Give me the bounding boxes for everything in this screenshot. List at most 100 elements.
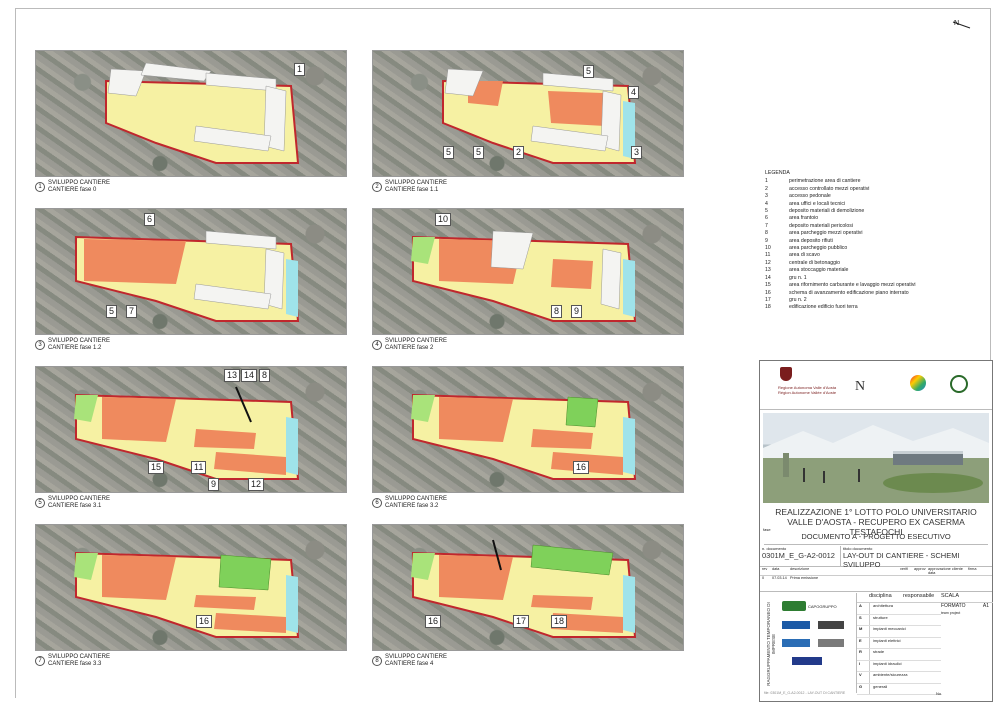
caption-title: SVILUPPO CANTIERE xyxy=(48,496,111,502)
legend-item-number: 2 xyxy=(765,185,768,192)
panel-caption: 7SVILUPPO CANTIERE CANTIERE fase 3.3 xyxy=(35,654,110,668)
legend-item: 4 area uffici e locali tecnici xyxy=(765,201,945,208)
callout-5b: 5 xyxy=(443,146,455,159)
site-plan-panel-fase-1-1: 5 4 5 5 2 3 xyxy=(372,50,684,177)
caption-title: SVILUPPO CANTIERE xyxy=(385,338,448,344)
callout-4: 4 xyxy=(628,86,640,99)
discipline-code: G xyxy=(857,683,870,694)
legend-item-text: gru n. 2 xyxy=(789,296,807,303)
callout-10: 10 xyxy=(435,213,452,226)
callout-7: 7 xyxy=(126,305,138,318)
discipline-row: Aarchitettura xyxy=(857,603,941,615)
callout-17: 17 xyxy=(513,615,530,628)
legend-item-text: area parcheggio pubblico xyxy=(789,245,848,252)
legend-item-number: 18 xyxy=(765,304,771,311)
legend-item-text: accesso controllato mezzi operativi xyxy=(789,185,870,192)
scala-label: SCALA xyxy=(941,593,960,599)
legend-item-number: 8 xyxy=(765,230,768,237)
revision-row: 0 07.03.14 Prima emissione xyxy=(760,576,992,583)
discipline-row: Iimpianti idraulici xyxy=(857,660,941,672)
client-approval-header: approvazione cliente data xyxy=(928,567,963,575)
formato-value: A1 xyxy=(982,603,989,609)
panel-caption: 3SVILUPPO CANTIERE CANTIERE fase 1.2 xyxy=(35,338,110,352)
legend-item: 5 deposito materiali di demolizione xyxy=(765,208,945,215)
legend-item-text: deposito materiali di demolizione xyxy=(789,208,865,215)
panel-number: 8 xyxy=(372,656,382,666)
team-project: team project xyxy=(941,611,961,615)
callout-16: 16 xyxy=(196,615,213,628)
callout-16: 16 xyxy=(425,615,442,628)
callout-15: 15 xyxy=(148,461,165,474)
legend-item: 6 area frantoio xyxy=(765,215,945,222)
discipline-name: impianti meccanici xyxy=(873,626,906,631)
date-value: 07.03.14 xyxy=(772,576,787,580)
site-plan-panel-fase-0: 1 xyxy=(35,50,347,177)
caption-sub: CANTIERE fase 3.1 xyxy=(48,503,102,509)
legend-item-number: 12 xyxy=(765,259,771,266)
logos-row: Regione Autonoma Valle d'Aosta Région Au… xyxy=(760,361,992,410)
revision-header: rev data descrizione verifi approv appro… xyxy=(760,567,992,576)
legend: LEGENDA 1 perimetrazione area di cantiere… xyxy=(765,170,945,312)
verify-header: verifi xyxy=(900,567,909,571)
panel-number: 6 xyxy=(372,498,382,508)
description-value: Prima emissione xyxy=(790,576,819,580)
footer-filename: file: 0301M_E_G-A2-0012 - LAY-OUT DI CAN… xyxy=(764,691,846,695)
callout-8: 8 xyxy=(551,305,563,318)
discipline-row: Sstrutture xyxy=(857,614,941,626)
legend-item-number: 10 xyxy=(765,245,771,252)
legend-item-number: 16 xyxy=(765,289,771,296)
legend-item: 2 accesso controllato mezzi operativi xyxy=(765,186,945,193)
legend-item-number: 14 xyxy=(765,274,771,281)
legend-item-text: area frantoio xyxy=(789,215,819,222)
region-name-2: Région Autonome Vallée d'Aoste xyxy=(778,390,837,395)
approve-header: approv xyxy=(914,567,926,571)
panel-number: 1 xyxy=(35,182,45,192)
legend-item: 11 area di scavo xyxy=(765,252,945,259)
discipline-code: S xyxy=(857,614,870,625)
caption-sub: CANTIERE fase 2 xyxy=(385,345,434,351)
callout-9: 9 xyxy=(208,478,220,491)
discipline-name: strade xyxy=(873,649,885,654)
discipline-row: Rstrade xyxy=(857,649,941,661)
legend-item-text: perimetrazione area di cantiere xyxy=(789,178,861,185)
panel-caption: 8SVILUPPO CANTIERE CANTIERE fase 4 xyxy=(372,654,447,668)
legend-item-number: 3 xyxy=(765,193,768,200)
republic-emblem-icon xyxy=(950,375,968,393)
callout-9: 9 xyxy=(571,305,583,318)
callout-8: 8 xyxy=(259,369,271,382)
legend-item: 15 area rifornimento carburante e lavaggi… xyxy=(765,282,945,289)
svg-text:N: N xyxy=(954,20,959,27)
title-block: Regione Autonoma Valle d'Aosta Région Au… xyxy=(759,360,993,702)
legend-item-text: schema di avanzamento edificazione piano… xyxy=(789,289,909,296)
site-plan-panel-fase-3-3: 16 xyxy=(35,524,347,651)
rev-value: 0 xyxy=(762,576,765,580)
legend-item: 10 area parcheggio pubblico xyxy=(765,245,945,252)
legend-item: 18 edificazione edificio fuori terra xyxy=(765,304,945,311)
legend-item: 9 area deposito rifiuti xyxy=(765,238,945,245)
caption-title: SVILUPPO CANTIERE xyxy=(48,180,111,186)
callout-13: 13 xyxy=(224,369,241,382)
rti-text: RAGGRUPPAMENTO TEMPORANEO DI IMPRESE xyxy=(766,602,776,686)
date-header: data xyxy=(772,567,780,571)
capogruppo-logo-icon xyxy=(782,601,806,611)
discipline-name: ambiente/sicurezza xyxy=(873,672,908,677)
disciplina-header: disciplina xyxy=(869,593,892,599)
legend-item-text: area parcheggio mezzi operativi xyxy=(789,230,863,237)
legend-item: 7 deposito materiali pericolosi xyxy=(765,223,945,230)
panel-number: 3 xyxy=(35,340,45,350)
legend-item-number: 17 xyxy=(765,296,771,303)
legend-item: 12 centrale di betonaggio xyxy=(765,260,945,267)
legend-item-text: area deposito rifiuti xyxy=(789,237,833,244)
partner-logo-icon xyxy=(910,375,926,391)
discipline-code: R xyxy=(857,649,870,660)
callout-5: 5 xyxy=(106,305,118,318)
discipline-code: I xyxy=(857,660,870,671)
discipline-row: Mimpianti meccanici xyxy=(857,626,941,638)
legend-item: 13 area stoccaggio materiale xyxy=(765,267,945,274)
site-plan-panel-fase-3-1: 13 14 8 15 11 9 12 xyxy=(35,366,347,493)
legend-item-number: 15 xyxy=(765,282,771,289)
legend-item-text: gru n. 1 xyxy=(789,274,807,281)
legend-item: 17 gru n. 2 xyxy=(765,297,945,304)
legend-item: 1 perimetrazione area di cantiere xyxy=(765,178,945,185)
site-plan-panel-fase-4: 16 17 18 xyxy=(372,524,684,651)
